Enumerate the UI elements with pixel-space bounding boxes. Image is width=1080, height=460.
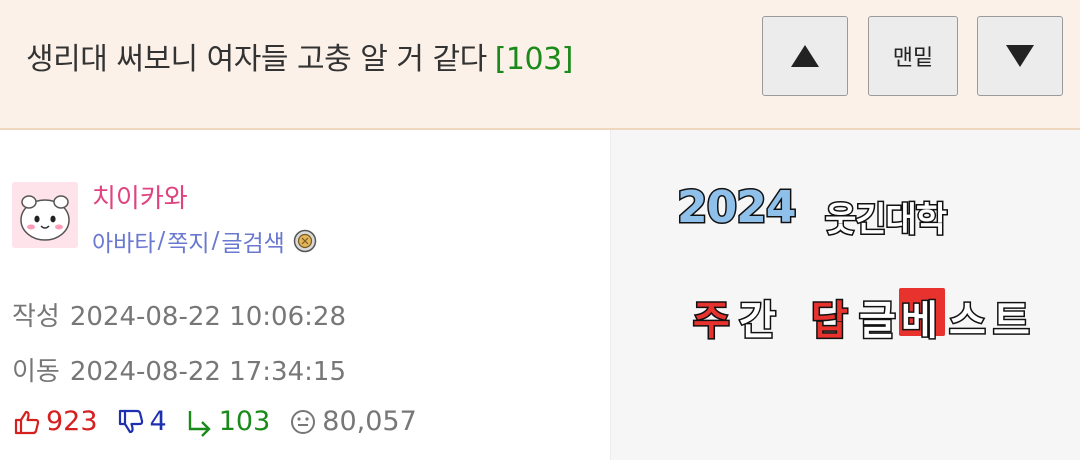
author-links: 아바타 / 쪽지 / 글검색	[92, 224, 317, 258]
written-value: 2024-08-22 10:06:28	[69, 302, 346, 332]
author-nickname[interactable]: 치이카와	[92, 178, 188, 215]
link-separator: /	[157, 228, 166, 254]
banner-char: 베	[900, 297, 940, 346]
written-label: 작성	[12, 302, 60, 332]
weekly-best-banner[interactable]: 2024 웃긴대학 주 간 답 글 베 스 트	[611, 130, 1080, 460]
moved-label: 이동	[12, 357, 60, 387]
reply-count: 103	[218, 406, 271, 437]
scroll-down-button[interactable]	[977, 16, 1063, 96]
downvote-stat[interactable]: 4	[116, 406, 167, 437]
written-date: 작성 2024-08-22 10:06:28	[12, 296, 346, 333]
banner-char: 스	[948, 297, 988, 346]
post-title: 생리대 써보니 여자들 고충 알 거 같다 [103]	[26, 34, 573, 78]
thumbs-up-icon	[14, 410, 40, 434]
reply-stat[interactable]: 103	[185, 406, 271, 437]
view-count: 80,057	[322, 406, 417, 437]
banner-char: 글	[858, 297, 898, 346]
chiikawa-avatar-icon[interactable]	[12, 182, 78, 248]
smiley-icon	[291, 409, 316, 434]
comment-count[interactable]: [103]	[495, 42, 574, 77]
banner-char: 트	[992, 297, 1032, 346]
upvote-stat[interactable]: 923	[12, 406, 98, 437]
go-bottom-button[interactable]: 맨밑	[868, 16, 958, 96]
view-stat: 80,057	[288, 406, 417, 437]
link-separator: /	[211, 228, 220, 254]
avatar-link[interactable]: 아바타	[92, 224, 155, 258]
post-stats: 923 4 103 80,057	[12, 406, 435, 437]
banner-char: 답	[810, 297, 850, 346]
upvote-count: 923	[46, 406, 98, 437]
banner-char: 주	[692, 297, 732, 346]
scroll-top-button[interactable]	[762, 16, 848, 96]
banner-school: 웃긴대학	[823, 199, 948, 242]
arrow-down-icon	[1006, 45, 1034, 67]
banner-char: 간	[738, 297, 778, 346]
arrow-up-icon	[791, 45, 819, 67]
post-search-link[interactable]: 글검색	[221, 224, 284, 258]
moved-value: 2024-08-22 17:34:15	[69, 357, 346, 387]
banner-year: 2024	[675, 181, 797, 235]
thumbs-down-icon	[118, 409, 143, 433]
moved-date: 이동 2024-08-22 17:34:15	[12, 351, 346, 388]
post-header: 생리대 써보니 여자들 고충 알 거 같다 [103] 맨밑	[0, 0, 1080, 130]
post-title-text: 생리대 써보니 여자들 고충 알 거 같다	[26, 42, 487, 77]
reply-arrow-icon	[188, 410, 211, 437]
author-info-panel: 치이카와 아바타 / 쪽지 / 글검색 작성 2024-08-22 10:06:2…	[0, 130, 610, 460]
downvote-count: 4	[149, 406, 167, 437]
member-level-icon	[293, 229, 317, 253]
message-link[interactable]: 쪽지	[167, 224, 209, 258]
